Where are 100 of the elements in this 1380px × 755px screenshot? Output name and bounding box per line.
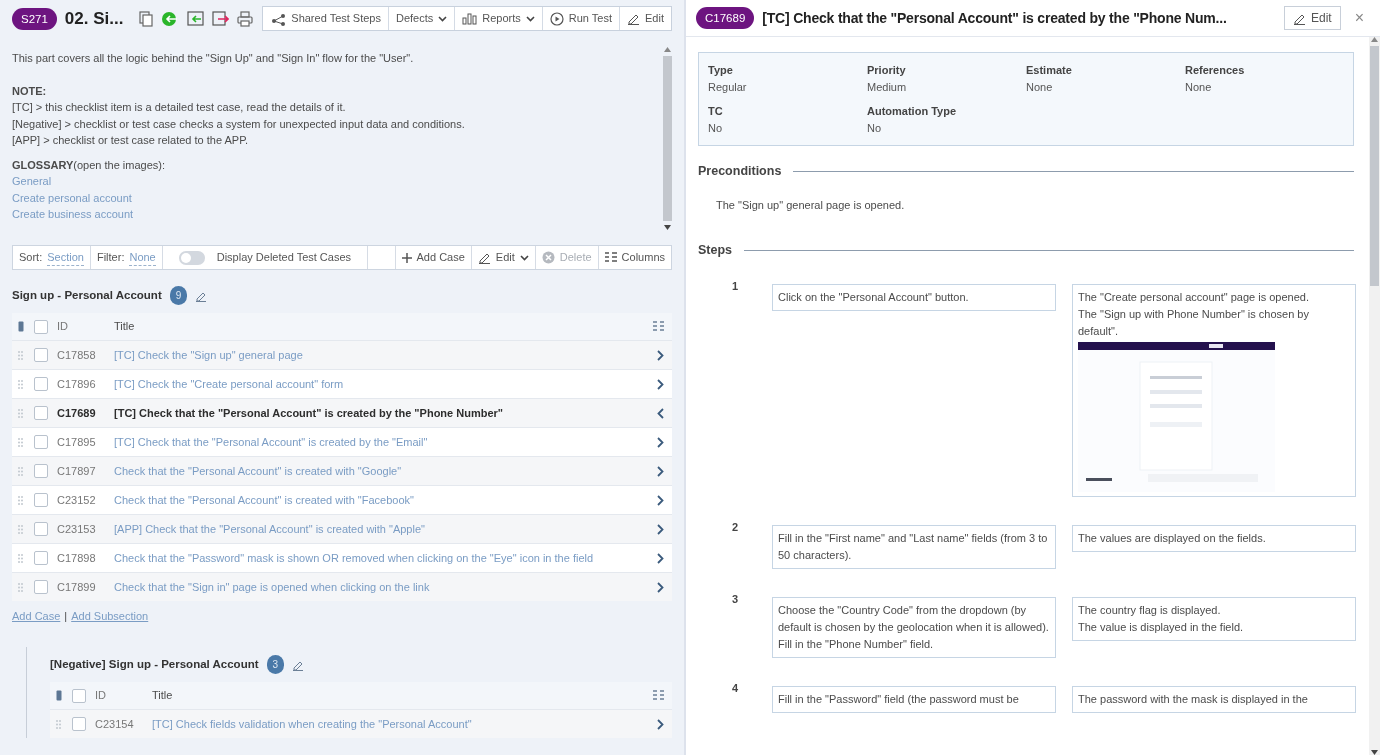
checkbox[interactable] [34,435,48,449]
step-expected: The country flag is displayed. The value is displayed in the field. [1072,597,1356,641]
chevron-right-icon[interactable] [657,349,664,361]
glossary-link[interactable]: Create personal account [12,189,662,206]
case-title-link[interactable]: [TC] Check that the "Personal Account" is created by the "Phone Number" [114,402,657,424]
checkbox[interactable] [34,551,48,565]
note-line: [TC] > this checklist item is a detailed test case, read the details of it. [12,100,347,115]
add-link[interactable]: Add Case [12,610,61,622]
filter-value-link[interactable]: None [129,248,156,267]
table-row[interactable]: C17897 Check that the "Personal Account" is created with "Google" [12,456,672,485]
delete-icon [541,251,555,264]
chevron-right-icon[interactable] [657,552,664,564]
chevron-right-icon[interactable] [657,581,664,593]
scrollbar[interactable] [1369,37,1380,755]
drag-handle-icon[interactable] [18,495,23,505]
case-title-link[interactable]: [TC] Check the "Create personal account" form [114,373,657,395]
sort-value-link[interactable]: Section [47,248,84,267]
field-label: Priority [867,63,907,78]
case-title-link[interactable]: [APP] Check that the "Personal Account" is created with "Apple" [114,518,657,540]
checkbox[interactable] [72,688,86,703]
field-label: Estimate [1026,63,1073,78]
field-label: TC [708,104,724,119]
checkbox[interactable] [34,493,48,507]
case-title-link[interactable]: [TC] Check that the "Personal Account" is created by the "Email" [114,431,657,453]
chevron-right-icon[interactable] [657,718,664,730]
drag-handle-icon[interactable] [18,379,23,389]
toggle-label: Display Deleted Test Cases [216,250,352,266]
case-title-link[interactable]: [TC] Check fields validation when creating the "Personal Account" [152,713,657,735]
checkbox[interactable] [34,406,48,420]
case-title-link[interactable]: Check that the "Personal Account" is created with "Facebook" [114,489,657,511]
close-button[interactable]: × [1348,6,1370,30]
drag-handle-icon[interactable] [18,437,23,447]
checkbox[interactable] [34,464,48,478]
scroll-down-icon[interactable] [663,225,671,230]
table-row[interactable]: C23153 [APP] Check that the "Personal Account" is created with "Apple" [12,514,672,543]
checkbox[interactable] [34,522,48,536]
bar-chart-icon [462,12,478,25]
scroll-up-icon[interactable] [663,47,671,52]
add-link[interactable]: Add Subsection [71,610,149,622]
drag-handle-icon[interactable] [56,719,61,729]
table-row[interactable]: C17899 Check that the "Sign in" page is opened when clicking on the link [12,572,672,601]
drag-handle-icon[interactable] [18,524,23,534]
glossary-link[interactable]: General [12,173,662,190]
chevron-right-icon[interactable] [657,494,664,506]
case-id: C17898 [57,550,97,566]
chevron-right-icon[interactable] [657,378,664,390]
case-id: C23153 [57,521,97,537]
suite-title: 02. Si... [64,7,124,30]
checkbox[interactable] [34,580,48,594]
case-title-link[interactable]: Check that the "Password" mask is shown OR removed when clicking on the "Eye" icon in the field [114,547,657,569]
edit-button[interactable]: Edit [1283,6,1341,30]
case-id: C17899 [57,579,97,595]
step-action: Fill in the "First name" and "Last name" fields (from 3 to 50 characters). [772,525,1056,569]
checkbox[interactable] [34,319,48,334]
case-id: C17897 [57,463,97,479]
case-title-link[interactable]: Check that the "Personal Account" is created with "Google" [114,460,657,482]
step-number: 3 [732,592,740,607]
chevron-left-icon[interactable] [657,407,664,419]
chevron-right-icon[interactable] [657,436,664,448]
bar-icon[interactable] [18,321,24,332]
drag-handle-icon[interactable] [18,408,23,418]
case-title: [TC] Check that the "Personal Account" is created by the "Phone Num... [762,8,1228,28]
table-row[interactable]: C23154 [TC] Check fields validation when creating the "Personal Account" [50,709,672,738]
drag-handle-icon[interactable] [18,553,23,563]
checkbox[interactable] [34,377,48,391]
case-id: C23152 [57,492,97,508]
chevron-right-icon[interactable] [657,523,664,535]
chevron-right-icon[interactable] [657,465,664,477]
field-value: Regular [708,79,748,95]
step-number: 1 [732,279,740,294]
step-action: Choose the "Country Code" from the dropdown (by default is chosen by the geolocation when it is allowed). Fill in the "Phone Number" field. [772,597,1056,658]
pencil-icon [477,251,491,264]
columns-icon[interactable] [653,690,664,701]
print-icon[interactable] [237,10,254,27]
checkbox[interactable] [72,717,86,731]
export-icon[interactable] [212,11,230,26]
drag-handle-icon[interactable] [18,582,23,592]
columns-icon[interactable] [653,321,664,332]
case-id: C17858 [57,347,97,363]
step-number: 2 [732,520,740,535]
case-id-badge: C17689 [696,7,755,29]
drag-handle-icon[interactable] [18,350,23,360]
field-label: Automation Type [867,104,957,119]
drag-handle-icon[interactable] [18,466,23,476]
checkbox[interactable] [34,348,48,362]
scroll-down-icon[interactable] [1371,750,1378,755]
toggle-switch[interactable] [178,250,205,265]
table-row[interactable]: C17858 [TC] Check the "Sign up" general page [12,340,672,369]
glossary-link[interactable]: Create business account [12,206,662,223]
table-row[interactable]: C17689 [TC] Check that the "Personal Account" is created by the "Phone Number" [12,398,672,427]
case-id: C23154 [95,716,135,732]
add-user-icon[interactable] [161,10,180,27]
scrollbar[interactable] [662,47,672,230]
bar-icon[interactable] [56,690,62,701]
case-title-link[interactable]: [TC] Check the "Sign up" general page [114,344,657,366]
scroll-up-icon[interactable] [1371,37,1378,42]
case-title-link[interactable]: Check that the "Sign in" page is opened when clicking on the link [114,576,657,598]
copy-icon[interactable] [139,10,154,27]
import-icon[interactable] [187,11,205,26]
section-title: [Negative] Sign up - Personal Account [50,656,259,672]
